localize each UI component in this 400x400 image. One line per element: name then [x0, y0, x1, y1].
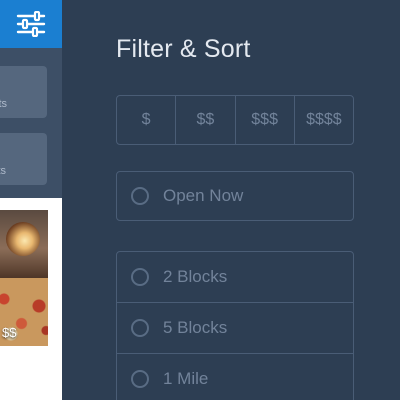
price-option-3[interactable]: $$$ — [236, 96, 295, 144]
distance-option-label: 1 Mile — [163, 369, 209, 388]
radio-unchecked-icon[interactable] — [131, 268, 149, 286]
distance-option-1-mile[interactable]: 1 Mile — [117, 354, 353, 400]
distance-option-label: 5 Blocks — [163, 318, 228, 337]
open-now-label: Open Now — [163, 186, 244, 205]
restaurant-list-pane: ts ts $$ — [0, 0, 62, 400]
price-option-2[interactable]: $$ — [176, 96, 236, 144]
filter-sort-panel: Filter & Sort $ $$ $$$ $$$$ Open Now 2 B… — [62, 0, 400, 400]
filter-toggle-button[interactable] — [0, 0, 62, 48]
category-card-label: ts — [0, 165, 6, 177]
distance-option-label: 2 Blocks — [163, 267, 228, 286]
distance-filter-group: 2 Blocks 5 Blocks 1 Mile — [116, 251, 354, 400]
category-card[interactable]: ts — [0, 66, 47, 118]
open-now-option[interactable]: Open Now — [117, 172, 353, 220]
radio-unchecked-icon[interactable] — [131, 319, 149, 337]
radio-unchecked-icon[interactable] — [131, 370, 149, 388]
category-card[interactable]: ts — [0, 133, 47, 185]
distance-option-2-blocks[interactable]: 2 Blocks — [117, 252, 353, 303]
restaurant-photo-card[interactable]: $$ — [0, 210, 48, 346]
price-option-4[interactable]: $$$$ — [295, 96, 353, 144]
open-now-group: Open Now — [116, 171, 354, 221]
app-frame: ts ts $$ Filter & Sort $ $$ $$$ $$$$ Ope… — [0, 0, 400, 400]
distance-option-5-blocks[interactable]: 5 Blocks — [117, 303, 353, 354]
pizza-oven-image — [6, 222, 40, 256]
restaurant-price: $$ — [2, 325, 17, 340]
panel-title: Filter & Sort — [116, 35, 251, 63]
price-filter-group: $ $$ $$$ $$$$ — [116, 95, 354, 145]
radio-unchecked-icon[interactable] — [131, 187, 149, 205]
price-option-1[interactable]: $ — [117, 96, 177, 144]
sliders-icon — [16, 11, 46, 37]
category-card-label: ts — [0, 98, 7, 110]
